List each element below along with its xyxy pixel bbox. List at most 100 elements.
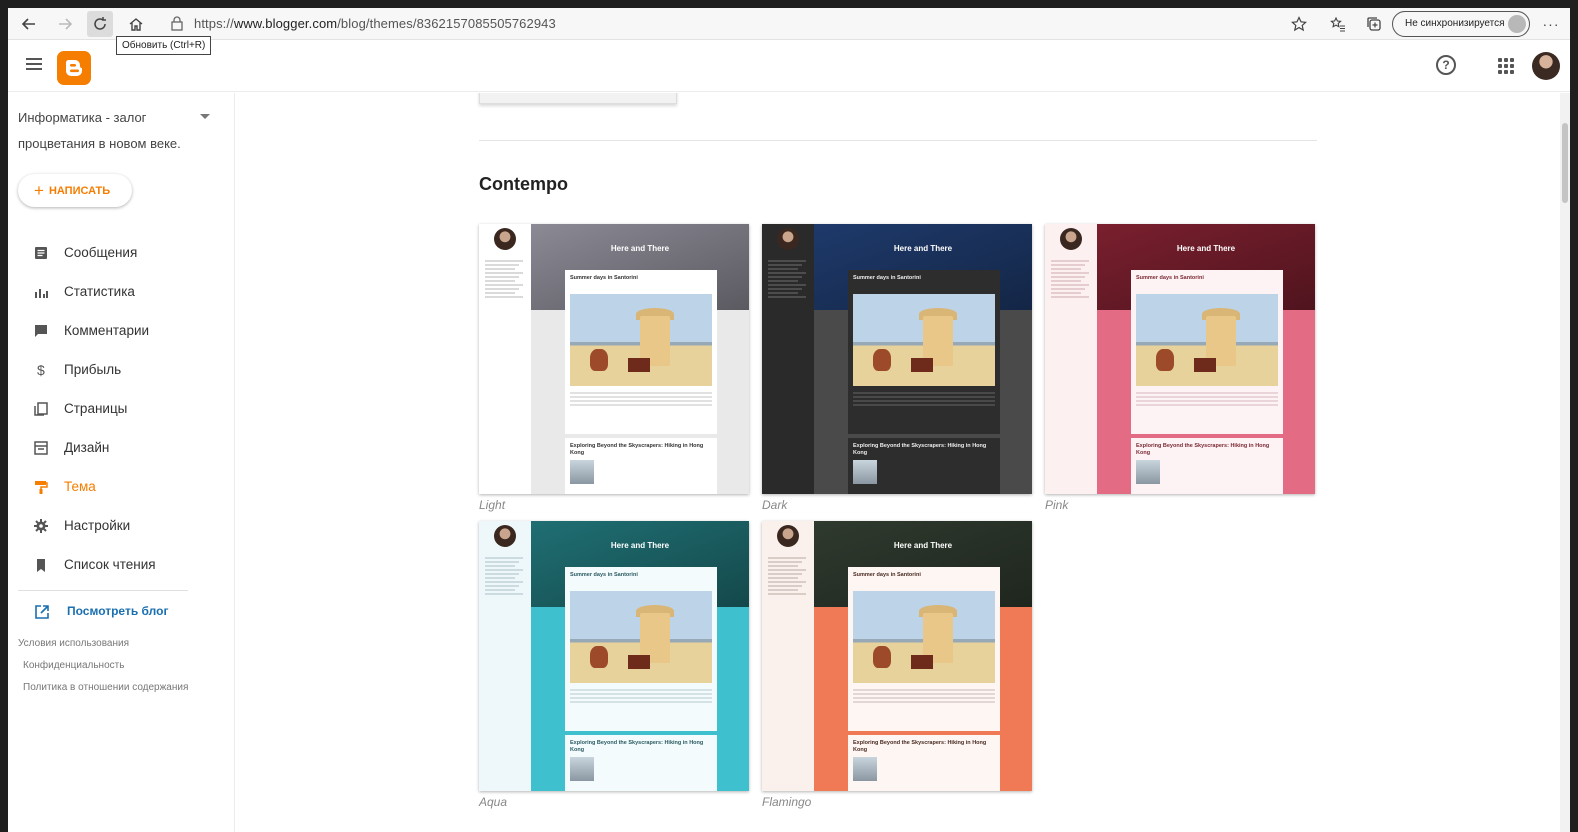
back-icon[interactable] — [16, 11, 42, 37]
more-icon[interactable]: ··· — [1538, 11, 1564, 37]
avatar — [494, 525, 516, 547]
star-icon[interactable] — [1286, 11, 1312, 37]
new-post-button[interactable]: + НАПИСАТЬ — [18, 174, 132, 207]
pages-icon — [34, 402, 48, 416]
previous-theme-thumbnail[interactable] — [479, 93, 677, 104]
app-header: ? — [8, 40, 1570, 92]
content-policy-link[interactable]: Политика в отношении содержания — [23, 682, 188, 693]
theme-preview-post: Exploring Beyond the Skyscrapers: Hiking… — [848, 438, 1000, 494]
theme-card-aqua[interactable]: Here and There Summer days in Santorini Ex… — [479, 521, 749, 791]
url-domain: www.blogger.com — [233, 16, 338, 31]
theme-preview-post-title: Summer days in Santorini — [853, 572, 921, 578]
theme-card-dark[interactable]: Here and There Summer days in Santorini Ex… — [762, 224, 1032, 494]
theme-preview-post: Exploring Beyond the Skyscrapers: Hiking… — [565, 735, 717, 791]
post-thumbnail — [853, 757, 877, 781]
post-thumbnail — [1136, 460, 1160, 484]
theme-preview-post-title: Exploring Beyond the Skyscrapers: Hiking… — [1136, 443, 1270, 456]
theme-preview-sidebar — [762, 521, 814, 791]
dollar-icon: $ — [37, 362, 45, 378]
theme-preview-post: Summer days in Santorini — [565, 567, 717, 731]
sidebar-item-bookmark[interactable]: Список чтения — [8, 546, 235, 585]
terms-link[interactable]: Условия использования — [18, 638, 129, 649]
santorini-photo — [1136, 294, 1278, 386]
help-icon[interactable]: ? — [1436, 55, 1456, 75]
privacy-link[interactable]: Конфиденциальность — [23, 660, 124, 671]
theme-preview-post: Summer days in Santorini — [848, 567, 1000, 731]
theme-preview-post-title: Summer days in Santorini — [853, 275, 921, 281]
theme-card-pink[interactable]: Here and There Summer days in Santorini Ex… — [1045, 224, 1315, 494]
sidebar-item-label: Список чтения — [64, 557, 156, 572]
external-link-icon — [35, 605, 49, 619]
address-bar[interactable]: https://www.blogger.com/blog/themes/8362… — [194, 16, 556, 31]
sidebar-item-label: Настройки — [64, 518, 131, 533]
theme-preview-post: Summer days in Santorini — [565, 270, 717, 434]
sidebar-item-layout[interactable]: Дизайн — [8, 429, 235, 468]
plus-icon: + — [34, 181, 44, 200]
sidebar-item-comments[interactable]: Комментарии — [8, 312, 235, 351]
theme-card-flamingo[interactable]: Here and There Summer days in Santorini Ex… — [762, 521, 1032, 791]
sidebar-item-label: Прибыль — [64, 362, 122, 377]
sidebar-item-label: Комментарии — [64, 323, 150, 338]
post-thumbnail — [853, 460, 877, 484]
theme-preview-post-title: Exploring Beyond the Skyscrapers: Hiking… — [570, 443, 704, 456]
theme-name-label: Aqua — [479, 795, 508, 809]
santorini-photo — [570, 294, 712, 386]
sidebar-item-label: Тема — [64, 479, 96, 494]
blog-selector[interactable]: Информатика - залог процветания в новом … — [18, 105, 203, 157]
post-thumbnail — [570, 757, 594, 781]
theme-preview-blog-title: Here and There — [893, 541, 953, 550]
theme-preview-blog-title: Here and There — [610, 541, 670, 550]
forward-icon[interactable] — [52, 11, 78, 37]
account-avatar[interactable] — [1532, 52, 1560, 80]
posts-icon — [35, 247, 47, 259]
santorini-photo — [570, 591, 712, 683]
santorini-photo — [853, 591, 995, 683]
sync-status-button[interactable]: Не синхронизируется — [1392, 11, 1530, 37]
blogger-logo[interactable] — [57, 51, 91, 85]
scrollbar[interactable] — [1560, 93, 1570, 832]
chevron-down-icon[interactable] — [200, 114, 210, 119]
theme-preview-post-title: Summer days in Santorini — [570, 275, 638, 281]
avatar — [1060, 228, 1082, 250]
sidebar-item-stats[interactable]: Статистика — [8, 273, 235, 312]
menu-icon[interactable] — [26, 58, 42, 70]
avatar — [777, 525, 799, 547]
layout-icon — [34, 441, 48, 455]
browser-toolbar: https://www.blogger.com/blog/themes/8362… — [8, 8, 1570, 40]
collections-icon[interactable] — [1361, 11, 1387, 37]
lock-icon — [171, 16, 183, 31]
scrollbar-thumb[interactable] — [1562, 123, 1568, 203]
theme-preview-post: Summer days in Santorini — [1131, 270, 1283, 434]
sidebar-item-paint-roller[interactable]: Тема — [8, 468, 235, 507]
theme-preview-sidebar — [479, 224, 531, 494]
post-thumbnail — [570, 460, 594, 484]
theme-preview-sidebar — [479, 521, 531, 791]
svg-text:$: $ — [37, 362, 45, 378]
theme-name-label: Light — [479, 498, 506, 512]
theme-preview-post-title: Summer days in Santorini — [1136, 275, 1204, 281]
url-prefix: https:// — [194, 16, 234, 31]
view-blog-link[interactable]: Посмотреть блог — [8, 597, 235, 627]
theme-preview-post-title: Summer days in Santorini — [570, 572, 638, 578]
home-icon[interactable] — [123, 11, 149, 37]
paint-roller-icon — [35, 481, 48, 494]
section-title: Contempo — [479, 174, 568, 194]
sidebar-item-dollar[interactable]: $ Прибыль — [8, 351, 235, 390]
theme-preview-post-title: Exploring Beyond the Skyscrapers: Hiking… — [853, 740, 987, 753]
gear-icon — [34, 519, 48, 533]
sidebar-item-gear[interactable]: Настройки — [8, 507, 235, 546]
sidebar-item-pages[interactable]: Страницы — [8, 390, 235, 429]
theme-card-light[interactable]: Here and There Summer days in Santorini Ex… — [479, 224, 749, 494]
apps-grid-icon[interactable] — [1498, 58, 1514, 74]
refresh-icon[interactable] — [87, 11, 113, 37]
bookmark-icon — [37, 559, 45, 572]
view-blog-label: Посмотреть блог — [67, 604, 169, 618]
theme-name-label: Dark — [762, 498, 788, 512]
comments-icon — [35, 325, 47, 337]
profile-avatar-icon — [1508, 15, 1526, 33]
theme-preview-post-title: Exploring Beyond the Skyscrapers: Hiking… — [570, 740, 704, 753]
avatar — [494, 228, 516, 250]
favorites-icon[interactable] — [1325, 11, 1351, 37]
refresh-tooltip: Обновить (Ctrl+R) — [116, 36, 212, 55]
sidebar-item-posts[interactable]: Сообщения — [8, 234, 235, 273]
